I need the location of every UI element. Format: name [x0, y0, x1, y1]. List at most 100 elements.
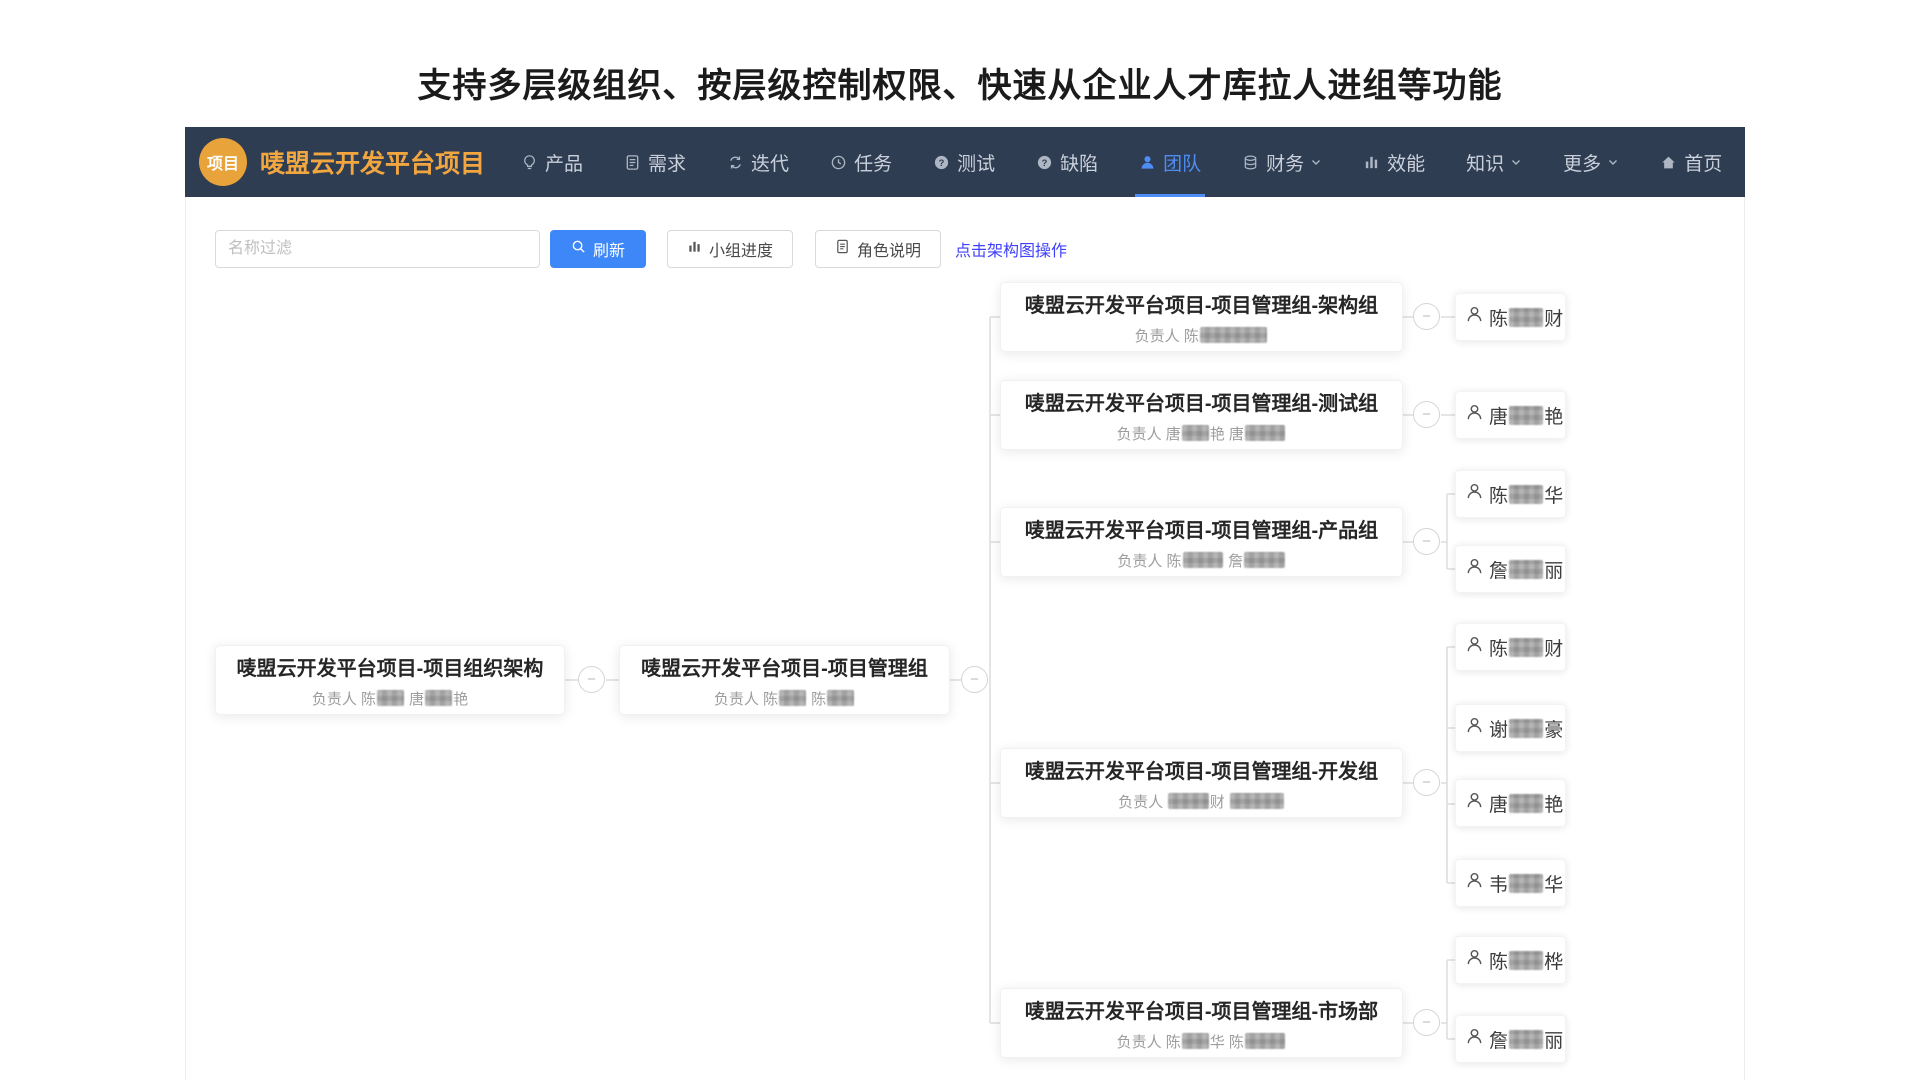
nav-item-tasks[interactable]: 任务	[830, 127, 892, 197]
nav-item-efficiency[interactable]: 效能	[1363, 127, 1425, 197]
member-card[interactable]: 陈财	[1455, 293, 1566, 341]
name-filter-input[interactable]	[215, 230, 540, 268]
project-logo[interactable]: 项目	[199, 138, 247, 186]
nav-item-label: 缺陷	[1060, 149, 1098, 176]
nav-item-defects[interactable]: ? 缺陷	[1036, 127, 1098, 197]
member-name: 陈桦	[1489, 947, 1563, 974]
person-outline-icon	[1465, 305, 1484, 329]
nav-item-label: 任务	[854, 149, 892, 176]
member-name: 詹丽	[1489, 556, 1563, 583]
collapse-toggle[interactable]: −	[578, 666, 605, 693]
collapse-toggle[interactable]: −	[1413, 401, 1440, 428]
refresh-button[interactable]: 刷新	[550, 230, 646, 268]
org-node-root[interactable]: 唛盟云开发平台项目-项目组织架构 负责人 陈 唐艳	[215, 645, 565, 715]
member-name: 韦华	[1489, 870, 1563, 897]
member-card[interactable]: 谢豪	[1455, 704, 1566, 752]
group-node-marketing[interactable]: 唛盟云开发平台项目-项目管理组-市场部 负责人 陈华 陈	[1000, 988, 1403, 1058]
nav-menu: 产品 需求 迭代 任务 ? 测试 ? 缺陷 团队 财务	[521, 127, 1722, 197]
person-outline-icon	[1465, 403, 1484, 427]
person-outline-icon	[1465, 635, 1484, 659]
group-progress-button[interactable]: 小组进度	[667, 230, 793, 268]
member-card[interactable]: 韦华	[1455, 859, 1566, 907]
person-outline-icon	[1465, 1027, 1484, 1051]
nav-item-label: 团队	[1163, 149, 1201, 176]
chevron-down-icon	[1310, 156, 1322, 168]
clock-icon	[830, 154, 847, 171]
member-card[interactable]: 陈桦	[1455, 936, 1566, 984]
member-card[interactable]: 詹丽	[1455, 1015, 1566, 1063]
role-description-label: 角色说明	[857, 237, 921, 261]
database-icon	[1242, 154, 1259, 171]
document-icon	[835, 239, 850, 259]
org-node-title: 唛盟云开发平台项目-项目管理组-开发组	[1025, 755, 1378, 784]
nav-item-more[interactable]: 更多	[1563, 127, 1619, 197]
svg-text:?: ?	[1042, 157, 1048, 168]
nav-item-label: 财务	[1266, 149, 1304, 176]
collapse-toggle[interactable]: −	[1413, 1009, 1440, 1036]
member-name: 陈华	[1489, 481, 1563, 508]
group-node-development[interactable]: 唛盟云开发平台项目-项目管理组-开发组 负责人 财	[1000, 748, 1403, 818]
member-card[interactable]: 陈华	[1455, 470, 1566, 518]
org-node-leader: 负责人 财	[1118, 791, 1285, 812]
collapse-toggle[interactable]: −	[961, 666, 988, 693]
nav-item-team[interactable]: 团队	[1139, 127, 1201, 197]
member-name: 陈财	[1489, 304, 1563, 331]
search-icon	[571, 239, 586, 259]
member-name: 唐艳	[1489, 790, 1563, 817]
role-description-button[interactable]: 角色说明	[815, 230, 941, 268]
member-card[interactable]: 陈财	[1455, 623, 1566, 671]
chevron-down-icon	[1607, 156, 1619, 168]
nav-item-product[interactable]: 产品	[521, 127, 583, 197]
diagram-operate-link[interactable]: 点击架构图操作	[955, 237, 1067, 261]
org-node-management[interactable]: 唛盟云开发平台项目-项目管理组 负责人 陈 陈	[619, 645, 950, 715]
bulb-icon	[521, 154, 538, 171]
nav-item-knowledge[interactable]: 知识	[1466, 127, 1522, 197]
member-name: 陈财	[1489, 634, 1563, 661]
org-node-leader: 负责人 陈 唐艳	[312, 688, 468, 709]
member-name: 唐艳	[1489, 402, 1563, 429]
nav-item-finance[interactable]: 财务	[1242, 127, 1322, 197]
member-card[interactable]: 唐艳	[1455, 391, 1566, 439]
collapse-toggle[interactable]: −	[1413, 303, 1440, 330]
home-icon	[1660, 154, 1677, 171]
org-node-title: 唛盟云开发平台项目-项目组织架构	[237, 652, 544, 681]
nav-item-testing[interactable]: ? 测试	[933, 127, 995, 197]
member-card[interactable]: 唐艳	[1455, 779, 1566, 827]
org-node-leader: 负责人 陈 詹	[1117, 550, 1285, 571]
org-node-title: 唛盟云开发平台项目-项目管理组	[641, 652, 928, 681]
nav-item-home[interactable]: 首页	[1660, 127, 1722, 197]
question-circle-icon: ?	[933, 154, 950, 171]
member-name: 詹丽	[1489, 1026, 1563, 1053]
group-node-architecture[interactable]: 唛盟云开发平台项目-项目管理组-架构组 负责人 陈	[1000, 282, 1403, 352]
svg-text:?: ?	[939, 157, 945, 168]
nav-item-label: 测试	[957, 149, 995, 176]
group-node-product[interactable]: 唛盟云开发平台项目-项目管理组-产品组 负责人 陈 詹	[1000, 507, 1403, 577]
person-outline-icon	[1465, 948, 1484, 972]
project-logo-label: 项目	[207, 150, 239, 174]
project-title[interactable]: 唛盟云开发平台项目	[260, 144, 485, 180]
refresh-button-label: 刷新	[593, 237, 625, 261]
person-outline-icon	[1465, 716, 1484, 740]
nav-item-label: 更多	[1563, 149, 1601, 176]
member-name: 谢豪	[1489, 715, 1563, 742]
group-node-testing[interactable]: 唛盟云开发平台项目-项目管理组-测试组 负责人 唐艳 唐	[1000, 380, 1403, 450]
nav-item-requirements[interactable]: 需求	[624, 127, 686, 197]
org-node-title: 唛盟云开发平台项目-项目管理组-架构组	[1025, 289, 1378, 318]
question-circle-icon: ?	[1036, 154, 1053, 171]
nav-item-label: 需求	[648, 149, 686, 176]
collapse-toggle[interactable]: −	[1413, 769, 1440, 796]
nav-item-label: 产品	[545, 149, 583, 176]
nav-item-label: 迭代	[751, 149, 789, 176]
nav-item-label: 首页	[1684, 149, 1722, 176]
person-outline-icon	[1465, 791, 1484, 815]
nav-item-iterations[interactable]: 迭代	[727, 127, 789, 197]
team-toolbar: 刷新 小组进度 角色说明 点击架构图操作	[215, 230, 1067, 268]
person-outline-icon	[1465, 482, 1484, 506]
collapse-toggle[interactable]: −	[1413, 528, 1440, 555]
chevron-down-icon	[1510, 156, 1522, 168]
member-card[interactable]: 詹丽	[1455, 545, 1566, 593]
org-node-title: 唛盟云开发平台项目-项目管理组-市场部	[1025, 995, 1378, 1024]
org-node-leader: 负责人 陈 陈	[714, 688, 855, 709]
loop-icon	[727, 154, 744, 171]
bar-chart-icon	[1363, 154, 1380, 171]
